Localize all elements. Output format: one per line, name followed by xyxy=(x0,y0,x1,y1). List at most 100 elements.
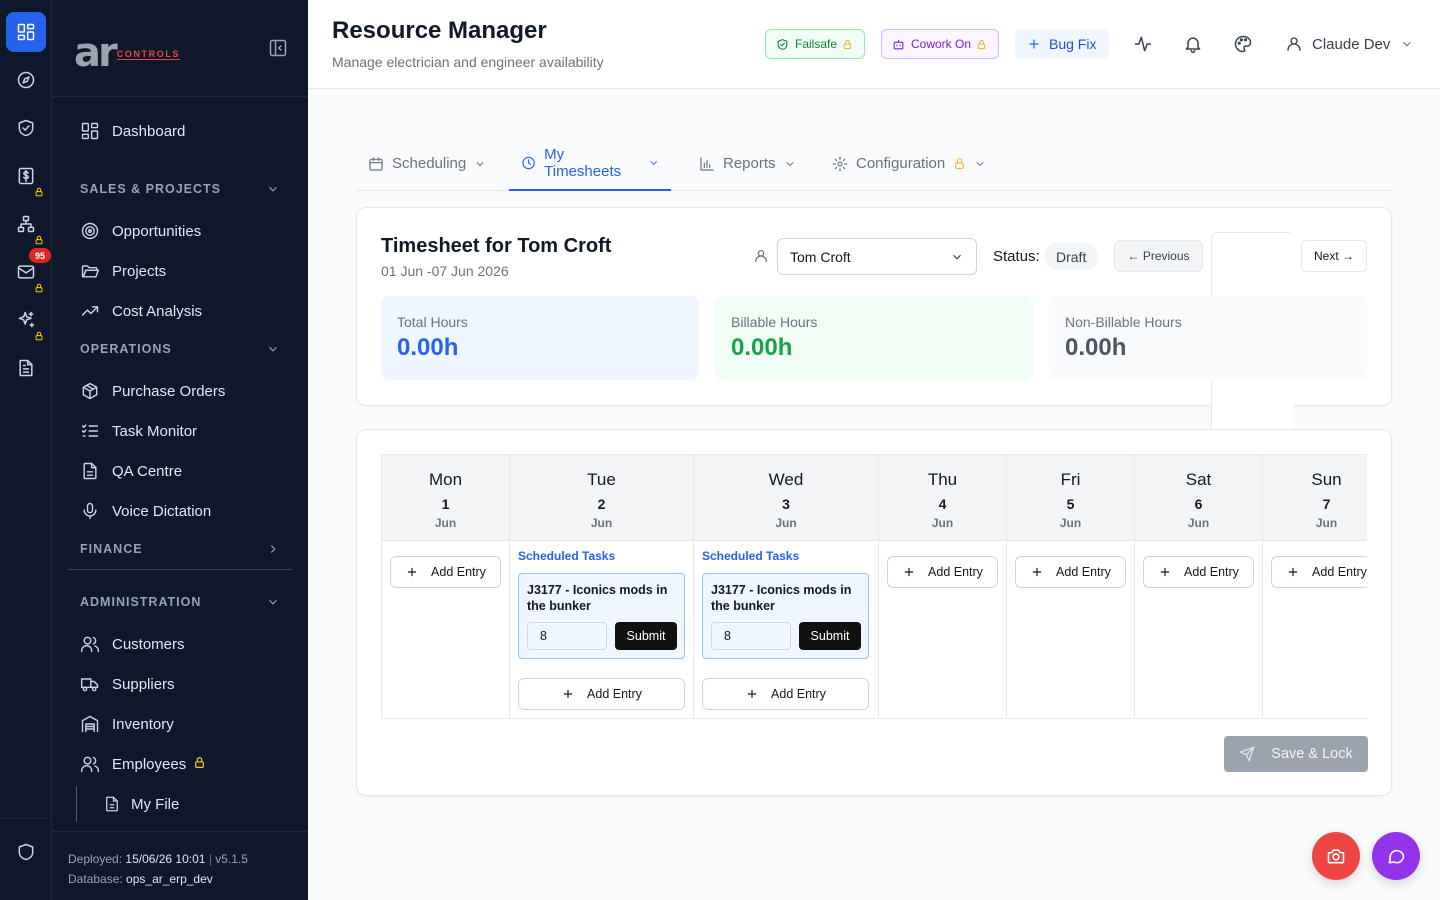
sidebar-item-suppliers[interactable]: Suppliers xyxy=(80,672,175,696)
day-header: Sun 7 Jun xyxy=(1263,455,1367,541)
sidebar-item-projects[interactable]: Projects xyxy=(80,259,166,283)
company-logo[interactable]: ar CONTROLS xyxy=(74,33,181,73)
section-sales-projects[interactable]: SALES & PROJECTS xyxy=(80,179,280,199)
tab-configuration[interactable]: Configuration xyxy=(820,136,998,191)
day-name: Thu xyxy=(927,470,958,489)
screenshot-button[interactable] xyxy=(1312,832,1360,880)
week-grid: Mon 1 Jun Add Entry Tue 2 Jun Scheduled … xyxy=(381,454,1367,719)
database-value: ops_ar_erp_dev xyxy=(126,872,213,886)
add-entry-button[interactable]: Add Entry xyxy=(390,556,501,588)
day-month: Jun xyxy=(775,516,797,530)
sitemap-icon[interactable] xyxy=(6,204,46,245)
tab-my-timesheets[interactable]: My Timesheets xyxy=(509,136,671,191)
add-entry-button[interactable]: Add Entry xyxy=(887,556,998,588)
section-administration[interactable]: ADMINISTRATION xyxy=(80,592,280,612)
day-name: Fri xyxy=(1060,470,1081,489)
activity-icon[interactable] xyxy=(1133,34,1153,54)
deployed-label: Deployed: xyxy=(68,852,123,866)
sidebar-item-label: Inventory xyxy=(112,715,174,733)
next-week-button[interactable]: Next → xyxy=(1301,240,1367,272)
sidebar-item-customers[interactable]: Customers xyxy=(80,632,185,656)
lock-icon xyxy=(843,39,852,49)
tab-reports[interactable]: Reports xyxy=(687,136,808,191)
dashboard-icon[interactable] xyxy=(6,12,46,52)
sidebar-item-label: QA Centre xyxy=(112,462,183,480)
day-column-sat: Sat 6 Jun Add Entry xyxy=(1135,455,1263,718)
sidebar-item-dashboard[interactable]: Dashboard xyxy=(80,119,185,143)
list-check-icon xyxy=(81,424,99,437)
sidebar-item-qa-centre[interactable]: QA Centre xyxy=(80,459,182,483)
cowork-badge[interactable]: Cowork On xyxy=(881,29,999,59)
rail-divider xyxy=(0,818,51,819)
palette-icon[interactable] xyxy=(1233,34,1253,54)
add-entry-button[interactable]: Add Entry xyxy=(702,678,869,710)
sidebar-item-employees[interactable]: Employees xyxy=(80,752,206,776)
package-icon xyxy=(82,382,98,400)
hours-input[interactable]: 8 xyxy=(527,622,607,650)
submit-button[interactable]: Submit xyxy=(615,622,677,650)
add-entry-button[interactable]: Add Entry xyxy=(518,678,685,710)
chat-button[interactable] xyxy=(1372,832,1420,880)
day-column-mon: Mon 1 Jun Add Entry xyxy=(382,455,510,718)
add-entry-label: Add Entry xyxy=(928,565,983,579)
stat-label: Total Hours xyxy=(397,314,468,330)
add-entry-button[interactable]: Add Entry xyxy=(1015,556,1126,588)
previous-week-button[interactable]: ← Previous xyxy=(1114,240,1203,272)
status-badge: Draft xyxy=(1044,243,1099,270)
shield-icon[interactable] xyxy=(6,832,46,872)
tab-scheduling[interactable]: Scheduling xyxy=(356,136,498,191)
sidebar-item-label: Voice Dictation xyxy=(112,502,212,520)
lock-icon xyxy=(34,328,44,341)
compass-icon[interactable] xyxy=(6,60,46,100)
sidebar-collapse-icon[interactable] xyxy=(268,38,288,58)
sidebar-item-my-file[interactable]: My File xyxy=(76,786,179,822)
sidebar-item-label: Projects xyxy=(112,262,167,280)
shield-check-icon[interactable] xyxy=(6,108,46,148)
chevron-down-icon xyxy=(650,160,657,165)
hours-input[interactable]: 8 xyxy=(711,622,791,650)
chat-bubble-icon xyxy=(1388,849,1405,864)
sidebar-item-opportunities[interactable]: Opportunities xyxy=(80,219,201,243)
sparkles-icon[interactable] xyxy=(6,300,46,341)
sidebar-item-cost-analysis[interactable]: Cost Analysis xyxy=(80,299,202,323)
day-number: 6 xyxy=(1194,496,1203,512)
sidebar-item-inventory[interactable]: Inventory xyxy=(80,712,174,736)
database-info: Database: ops_ar_erp_dev xyxy=(68,869,292,889)
chevron-down-icon xyxy=(1403,41,1412,47)
day-header: Fri 5 Jun xyxy=(1007,455,1134,541)
bug-fix-button[interactable]: Bug Fix xyxy=(1015,29,1109,59)
submit-button[interactable]: Submit xyxy=(799,622,861,650)
scheduled-tasks-label: Scheduled Tasks xyxy=(518,549,616,563)
save-lock-label: Save & Lock xyxy=(1271,746,1353,762)
add-entry-label: Add Entry xyxy=(587,687,642,701)
document-icon[interactable] xyxy=(6,348,46,388)
stat-value: 0.00h xyxy=(1065,334,1127,361)
bell-icon[interactable] xyxy=(1183,34,1203,54)
sidebar-item-purchase-orders[interactable]: Purchase Orders xyxy=(80,379,225,403)
user-menu[interactable]: Claude Dev xyxy=(1285,34,1414,54)
day-number: 5 xyxy=(1066,496,1075,512)
employee-select[interactable]: Tom Croft xyxy=(777,238,977,275)
sidebar-item-voice-dictation[interactable]: Voice Dictation xyxy=(80,499,211,523)
database-label: Database: xyxy=(68,872,123,886)
chevron-down-icon xyxy=(786,161,793,166)
sidebar-item-label: Cost Analysis xyxy=(112,302,203,320)
sidebar-item-label: Dashboard xyxy=(112,122,186,140)
page-subtitle: Manage electrician and engineer availabi… xyxy=(332,54,604,70)
file-text-icon xyxy=(106,796,118,812)
section-finance[interactable]: FINANCE xyxy=(80,539,280,559)
chevron-down-icon xyxy=(269,599,277,605)
save-lock-button[interactable]: Save & Lock xyxy=(1224,736,1368,772)
sidebar-item-task-monitor[interactable]: Task Monitor xyxy=(80,419,197,443)
failsafe-badge[interactable]: Failsafe xyxy=(765,29,865,59)
user-icon xyxy=(1287,37,1301,51)
add-entry-button[interactable]: Add Entry xyxy=(1271,556,1367,588)
sidebar-item-label: Purchase Orders xyxy=(112,382,226,400)
add-entry-label: Add Entry xyxy=(1056,565,1111,579)
day-month: Jun xyxy=(1315,516,1338,530)
section-operations[interactable]: OPERATIONS xyxy=(80,339,280,359)
sidebar-divider xyxy=(68,569,292,570)
mail-count-badge: 95 xyxy=(29,248,51,263)
add-entry-button[interactable]: Add Entry xyxy=(1143,556,1254,588)
dollar-icon[interactable] xyxy=(6,156,46,197)
